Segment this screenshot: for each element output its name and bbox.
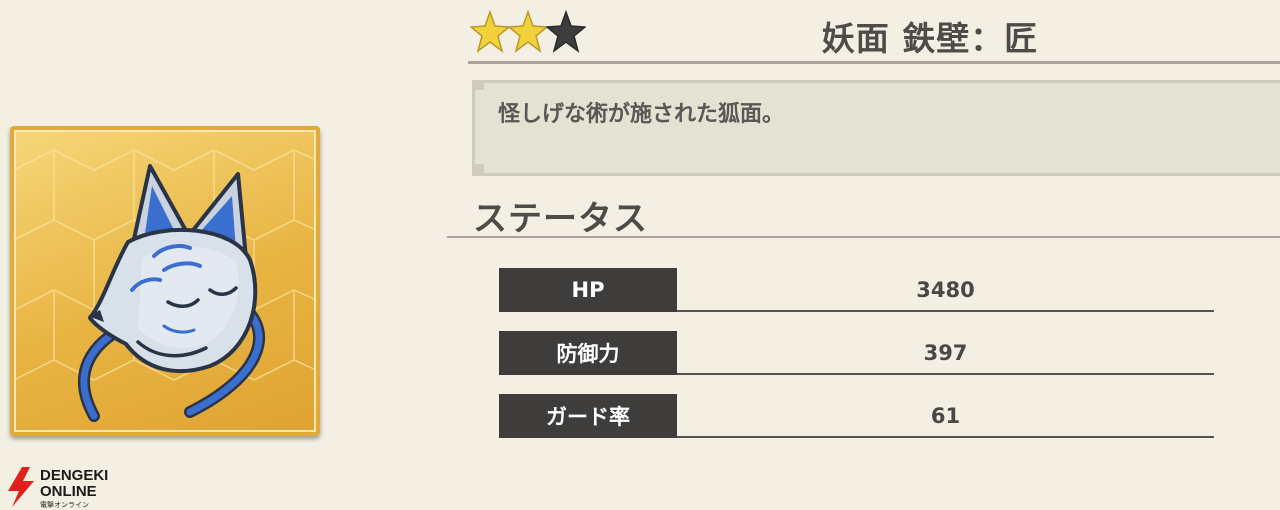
stat-underline bbox=[677, 310, 1214, 312]
divider bbox=[447, 236, 1280, 238]
stat-label: 防御力 bbox=[499, 331, 677, 375]
stat-value: 397 bbox=[923, 341, 968, 365]
item-name: 妖面 鉄壁：匠 bbox=[821, 19, 1039, 58]
rarity-stars bbox=[470, 8, 586, 58]
star-empty-icon bbox=[546, 9, 586, 53]
stat-value: 3480 bbox=[916, 278, 975, 302]
description-box bbox=[472, 80, 1280, 176]
fox-mask-icon bbox=[14, 149, 316, 422]
stat-label: HP bbox=[499, 268, 677, 312]
item-icon-card bbox=[10, 126, 320, 436]
stat-row-hp: HP 3480 bbox=[499, 268, 1214, 312]
stat-row-guard-rate: ガード率 61 bbox=[499, 394, 1214, 438]
stat-underline bbox=[677, 436, 1214, 438]
logo-line1: DENGEKI bbox=[40, 467, 109, 484]
desc-corner bbox=[474, 164, 484, 174]
logo-line3: 電撃オンライン bbox=[40, 502, 89, 509]
star-filled-icon bbox=[508, 9, 548, 53]
item-description: 怪しげな術が施された狐面。 bbox=[498, 102, 785, 127]
status-heading: ステータス bbox=[473, 199, 648, 239]
divider bbox=[468, 61, 1280, 64]
logo-line2: ONLINE bbox=[40, 483, 97, 500]
stat-value: 61 bbox=[930, 404, 961, 428]
stat-underline bbox=[677, 373, 1214, 375]
desc-corner bbox=[474, 80, 484, 90]
stat-row-defense: 防御力 397 bbox=[499, 331, 1214, 375]
lightning-bolt-icon bbox=[8, 467, 34, 507]
stat-label: ガード率 bbox=[499, 394, 677, 438]
dengeki-online-logo: DENGEKI ONLINE 電撃オンライン bbox=[4, 465, 124, 509]
star-filled-icon bbox=[470, 9, 510, 53]
